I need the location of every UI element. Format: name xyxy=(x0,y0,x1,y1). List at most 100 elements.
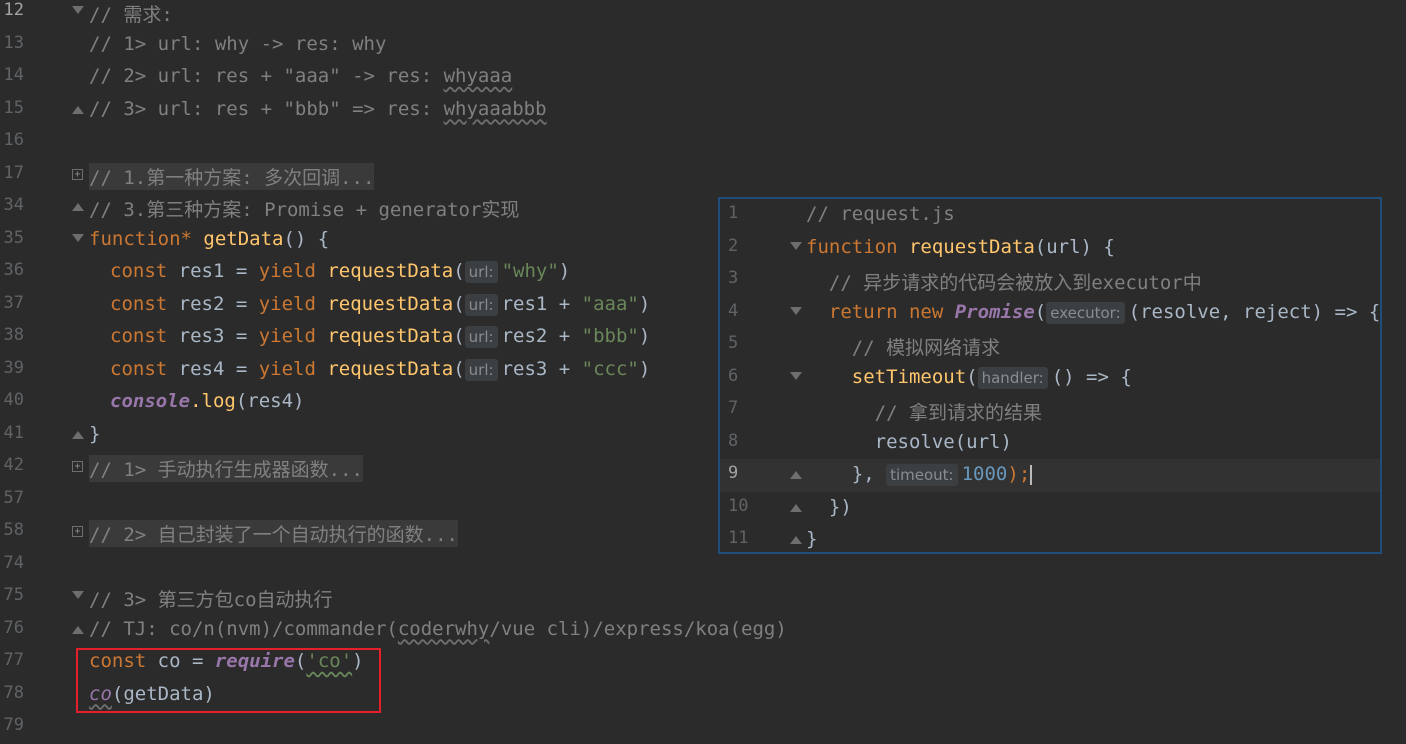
popup-code-line[interactable]: 2 function requestData(url) { xyxy=(720,232,1380,265)
line-number: 5 xyxy=(728,333,739,353)
line-number: 58 xyxy=(3,520,24,540)
code-line[interactable]: 17 // 1.第一种方案: 多次回调... xyxy=(0,159,1406,192)
line-number: 9 xyxy=(728,463,739,483)
popup-code-line[interactable]: 6 setTimeout(handler:() => { xyxy=(720,362,1380,395)
line-number: 11 xyxy=(728,528,749,548)
line-number: 12 xyxy=(3,0,24,20)
popup-code-line[interactable]: 11 } xyxy=(720,524,1380,557)
line-number: 41 xyxy=(3,422,24,443)
line-number: 6 xyxy=(728,365,739,386)
code-text: const res2 = yield requestData(url: res1 … xyxy=(110,292,651,316)
line-number: 15 xyxy=(3,97,24,118)
code-text: } xyxy=(806,528,818,550)
popup-code-line[interactable]: 10 }) xyxy=(720,492,1380,525)
code-text: // 3> 第三方包co自动执行 xyxy=(89,589,333,611)
fold-toggle-icon[interactable] xyxy=(790,306,802,319)
code-line[interactable]: 13 // 1> url: why -> res: why xyxy=(0,29,1406,62)
code-text: console.log(res4) xyxy=(110,390,305,412)
popup-code-line[interactable]: 1 // request.js xyxy=(720,199,1380,232)
quick-definition-popup[interactable]: 1 // request.js 2 function requestData(u… xyxy=(718,197,1382,554)
line-number: 3 xyxy=(728,268,739,288)
parameter-hint: url: xyxy=(464,358,498,381)
code-text: // 1> url: why -> res: why xyxy=(89,32,387,55)
code-line[interactable]: 76 // TJ: co/n(nvm)/commander(coderwhy/v… xyxy=(0,614,1406,647)
code-text: return new Promise(executor: (resolve, re… xyxy=(806,300,1381,324)
line-number: 75 xyxy=(3,585,24,605)
line-number: 76 xyxy=(3,617,24,638)
line-number: 1 xyxy=(728,203,739,223)
text-caret xyxy=(1030,464,1033,485)
folded-region[interactable]: // 1.第一种方案: 多次回调... xyxy=(89,162,375,190)
parameter-hint: executor: xyxy=(1046,301,1125,324)
popup-code-line[interactable]: 3 // 异步请求的代码会被放入到executor中 xyxy=(720,264,1380,297)
line-number: 38 xyxy=(3,325,24,345)
line-number: 4 xyxy=(728,300,739,321)
code-line[interactable]: 79 xyxy=(0,711,1406,744)
code-line[interactable]: 75 // 3> 第三方包co自动执行 xyxy=(0,581,1406,614)
line-number: 37 xyxy=(3,292,24,313)
fold-toggle-icon[interactable] xyxy=(790,534,802,546)
code-text: const res3 = yield requestData(url: res2 … xyxy=(110,325,651,348)
code-text: // 拿到请求的结果 xyxy=(806,402,1042,424)
popup-code-line[interactable]: 5 // 模拟网络请求 xyxy=(720,329,1380,362)
line-number: 40 xyxy=(3,390,24,410)
line-number: 57 xyxy=(3,487,24,508)
highlight-box xyxy=(76,648,381,713)
line-number: 39 xyxy=(3,357,24,378)
popup-code-line[interactable]: 4 return new Promise(executor: (resolve, … xyxy=(720,297,1380,330)
code-text: } xyxy=(89,422,101,445)
line-number: 7 xyxy=(728,398,739,418)
line-number: 35 xyxy=(3,227,24,248)
line-number: 2 xyxy=(728,235,739,256)
folded-region[interactable]: // 1> 手动执行生成器函数... xyxy=(89,455,363,482)
fold-toggle-icon[interactable] xyxy=(72,104,84,116)
code-text: }) xyxy=(806,495,852,518)
popup-code-line-current[interactable]: 9 }, timeout: 1000); xyxy=(720,459,1380,492)
line-number: 17 xyxy=(3,162,24,183)
fold-toggle-icon[interactable] xyxy=(790,371,802,384)
line-number: 10 xyxy=(728,495,749,516)
code-line[interactable]: 16 xyxy=(0,126,1406,159)
fold-toggle-icon[interactable] xyxy=(72,6,84,18)
fold-toggle-icon[interactable] xyxy=(72,591,84,603)
expand-fold-icon[interactable] xyxy=(72,168,83,180)
fold-toggle-icon[interactable] xyxy=(72,201,84,213)
fold-toggle-icon[interactable] xyxy=(72,624,84,636)
line-number: 14 xyxy=(3,65,24,85)
line-number: 77 xyxy=(3,650,24,670)
line-number: 78 xyxy=(3,682,24,703)
expand-fold-icon[interactable] xyxy=(72,461,83,472)
code-text: function* getData() { xyxy=(89,227,330,250)
code-line[interactable]: 14 // 2> url: res + "aaa" -> res: whyaaa xyxy=(0,61,1406,94)
line-number: 79 xyxy=(3,715,24,735)
popup-code-line[interactable]: 7 // 拿到请求的结果 xyxy=(720,394,1380,427)
line-number: 36 xyxy=(3,260,24,280)
code-text: // 异步请求的代码会被放入到executor中 xyxy=(806,272,1202,294)
fold-toggle-icon[interactable] xyxy=(790,241,802,254)
code-text: }, timeout: 1000); xyxy=(806,463,1033,486)
parameter-hint: timeout: xyxy=(886,464,958,486)
folded-region[interactable]: // 2> 自己封装了一个自动执行的函数... xyxy=(89,520,458,547)
parameter-hint: url: xyxy=(464,261,498,283)
code-text: setTimeout(handler:() => { xyxy=(806,365,1132,389)
line-number: 8 xyxy=(728,430,739,451)
line-number: 74 xyxy=(3,552,24,573)
fold-toggle-icon[interactable] xyxy=(72,429,84,441)
code-text: // 3.第三种方案: Promise + generator实现 xyxy=(89,199,520,221)
code-text: function requestData(url) { xyxy=(806,235,1115,258)
parameter-hint: url: xyxy=(464,293,498,316)
code-text: // 3> url: res + "bbb" => res: whyaaabbb xyxy=(89,97,547,120)
popup-code-line[interactable]: 8 resolve(url) xyxy=(720,427,1380,460)
fold-toggle-icon[interactable] xyxy=(72,233,84,246)
code-line[interactable]: 15 // 3> url: res + "bbb" => res: whyaaa… xyxy=(0,94,1406,127)
code-line[interactable]: 12 // 需求: xyxy=(0,0,1406,29)
expand-fold-icon[interactable] xyxy=(72,526,83,537)
code-text: const res4 = yield requestData(url: res3 … xyxy=(110,357,651,381)
fold-toggle-icon[interactable] xyxy=(790,502,802,514)
parameter-hint: url: xyxy=(464,326,498,348)
line-number: 34 xyxy=(3,195,24,215)
code-text: // 需求: xyxy=(89,4,173,26)
fold-toggle-icon[interactable] xyxy=(790,469,802,481)
parameter-hint: handler: xyxy=(977,366,1048,389)
code-text: // request.js xyxy=(806,203,955,225)
